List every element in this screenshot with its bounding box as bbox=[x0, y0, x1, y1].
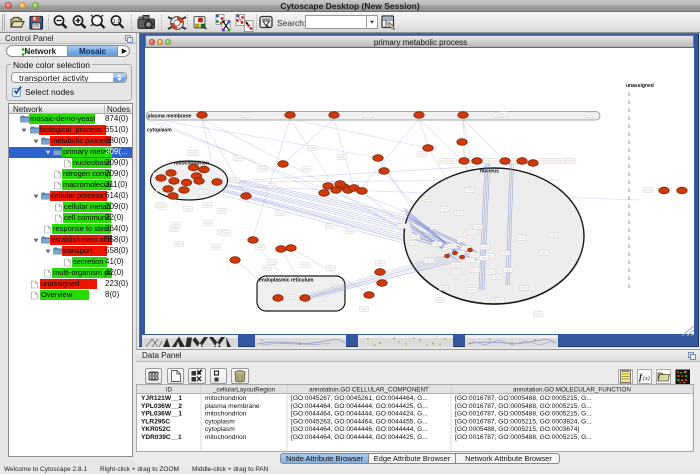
svg-text:[GO:0044464, GO:0044446, GO:00: [GO:0044464, GO:0044446, GO:0044444, G..… bbox=[291, 426, 428, 433]
svg-text:YJR121W__1: YJR121W__1 bbox=[141, 395, 182, 402]
svg-text:[GO:0016787, GO:0005215, GO:00: [GO:0016787, GO:0005215, GO:0003824, G..… bbox=[455, 418, 592, 425]
svg-text:ID: ID bbox=[166, 386, 173, 393]
svg-text:[GO:0044464, GO:0044444, GO:00: [GO:0044464, GO:0044444, GO:0044425, G..… bbox=[291, 434, 428, 441]
svg-text:annotation.GO CELLULAR_COMPONE: annotation.GO CELLULAR_COMPONENT bbox=[309, 386, 429, 393]
svg-text:cytoplasm: cytoplasm bbox=[205, 426, 235, 433]
svg-text:[GO:0016787, GO:0005488, GO:00: [GO:0016787, GO:0005488, GO:0005215, G..… bbox=[455, 403, 592, 410]
svg-text:YPL036W__1: YPL036W__1 bbox=[141, 411, 182, 418]
svg-text:mitochondrion: mitochondrion bbox=[205, 395, 247, 402]
svg-text:[GO:0044464, GO:0044444, GO:00: [GO:0044464, GO:0044444, GO:0044424, G..… bbox=[291, 411, 428, 418]
svg-text:Search:: Search: bbox=[277, 18, 306, 28]
svg-text:annotation.GO MOLECULAR_FUNCTI: annotation.GO MOLECULAR_FUNCTION bbox=[513, 386, 631, 393]
svg-text:(x): (x) bbox=[643, 375, 650, 382]
svg-text:[GO:0045263, GO:0044464, GO:00: [GO:0045263, GO:0044464, GO:0044455, G..… bbox=[291, 418, 428, 425]
svg-text:YLR295C: YLR295C bbox=[141, 418, 170, 425]
svg-text:[GO:0016787, GO:0005488, GO:00: [GO:0016787, GO:0005488, GO:0005215, G..… bbox=[455, 434, 592, 441]
svg-text:cytoplasm: cytoplasm bbox=[147, 128, 172, 134]
svg-text:YPL036W__2: YPL036W__2 bbox=[141, 403, 182, 410]
svg-text:mitochondrion: mitochondrion bbox=[205, 434, 247, 441]
svg-text:plasma membrane: plasma membrane bbox=[148, 114, 192, 120]
svg-text:[GO:0044464, GO:0044444, GO:00: [GO:0044464, GO:0044444, GO:0044425, G..… bbox=[291, 403, 428, 410]
svg-text:[GO:0016787, GO:0005488, GO:00: [GO:0016787, GO:0005488, GO:0005215, G..… bbox=[455, 411, 592, 418]
svg-text:_cellularLayoutRegion: _cellularLayoutRegion bbox=[212, 386, 276, 393]
svg-text:mitochondrion: mitochondrion bbox=[205, 411, 247, 418]
svg-text:[GO:0045267, GO:0045261, GO:00: [GO:0045267, GO:0045261, GO:0044464, G..… bbox=[291, 395, 428, 402]
svg-text:endoplasmic reticulum: endoplasmic reticulum bbox=[259, 278, 314, 284]
svg-text:YKR052C: YKR052C bbox=[141, 426, 171, 433]
svg-text:plasma membrane: plasma membrane bbox=[205, 403, 260, 410]
svg-text:unassigned: unassigned bbox=[626, 83, 654, 89]
svg-text:1:1: 1:1 bbox=[113, 19, 121, 25]
svg-text:cytoplasm: cytoplasm bbox=[205, 418, 235, 425]
svg-text:[GO:0005488, GO:0005215, GO:00: [GO:0005488, GO:0005215, GO:0003674] bbox=[455, 426, 579, 433]
svg-text:[GO:0016787, GO:0005488, GO:00: [GO:0016787, GO:0005488, GO:0005215, G..… bbox=[455, 395, 592, 402]
svg-text:YDR039C__1: YDR039C__1 bbox=[141, 434, 182, 441]
